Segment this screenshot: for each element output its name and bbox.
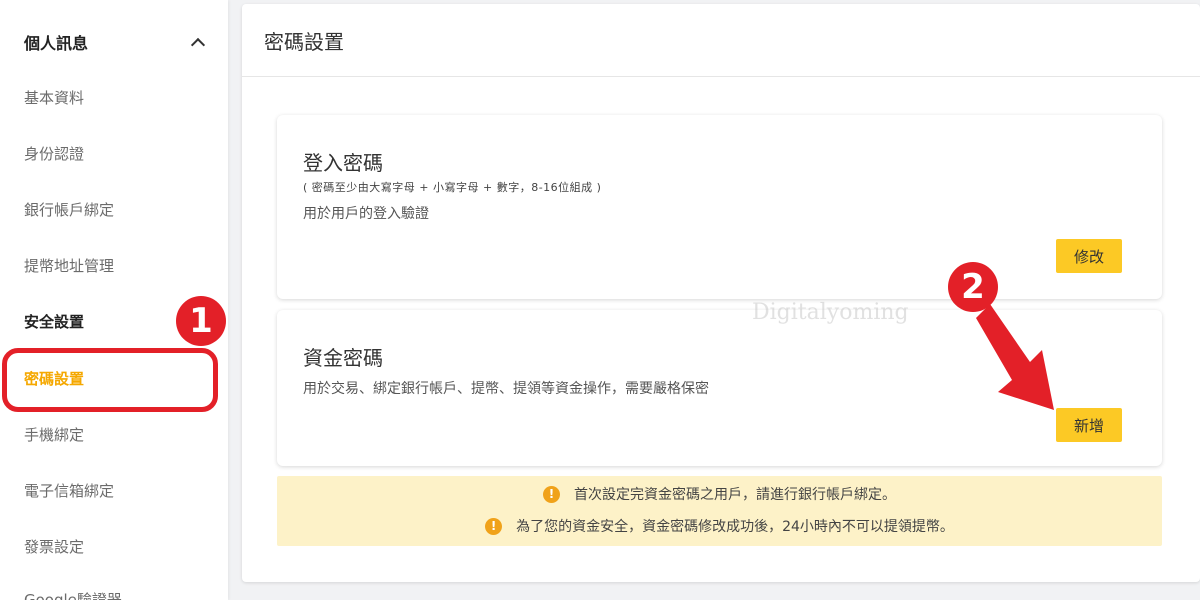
login-password-title: 登入密碼 [303, 151, 383, 175]
sidebar-item-phone-binding[interactable]: 手機綁定 [24, 423, 84, 447]
fund-password-desc: 用於交易、綁定銀行帳戶、提幣、提領等資金操作，需要嚴格保密 [303, 381, 709, 397]
sidebar-item-google-authenticator[interactable]: Google驗證器 [24, 588, 122, 600]
notice-text: 首次設定完資金密碼之用戶，請進行銀行帳戶綁定。 [574, 487, 896, 503]
main-panel: 密碼設置 登入密碼 ( 密碼至少由大寫字母 + 小寫字母 + 數字，8-16位組… [242, 4, 1200, 582]
fund-password-title: 資金密碼 [303, 346, 383, 370]
notice-text: 為了您的資金安全，資金密碼修改成功後，24小時內不可以提領提幣。 [516, 519, 954, 535]
sidebar-group-personal-info[interactable]: 個人訊息 [24, 30, 204, 54]
annotation-arrow-icon [976, 304, 1054, 410]
sidebar-item-basic-info[interactable]: 基本資料 [24, 86, 84, 110]
login-password-desc: 用於用戶的登入驗證 [303, 206, 429, 222]
sidebar-item-email-binding[interactable]: 電子信箱綁定 [24, 479, 114, 503]
notice-box: ! 首次設定完資金密碼之用戶，請進行銀行帳戶綁定。 ! 為了您的資金安全，資金密… [277, 476, 1162, 546]
add-fund-password-button[interactable]: 新增 [1056, 408, 1122, 442]
modify-login-password-button[interactable]: 修改 [1056, 239, 1122, 273]
login-password-rule: ( 密碼至少由大寫字母 + 小寫字母 + 數字，8-16位組成 ) [303, 181, 602, 194]
sidebar-item-withdraw-address[interactable]: 提幣地址管理 [24, 254, 114, 278]
main-header: 密碼設置 [242, 4, 1200, 77]
sidebar-section-security: 安全設置 [24, 313, 85, 331]
sidebar-group-label: 個人訊息 [24, 34, 89, 53]
warning-icon: ! [485, 517, 503, 535]
warning-icon: ! [543, 485, 560, 503]
chevron-up-icon[interactable] [190, 35, 204, 49]
sidebar-item-invoice-settings[interactable]: 發票設定 [24, 535, 84, 559]
sidebar-item-identity[interactable]: 身份認證 [24, 142, 84, 166]
annotation-highlight-box [2, 348, 218, 412]
sidebar-item-bank-account[interactable]: 銀行帳戶綁定 [24, 198, 114, 222]
notice-line: ! 為了您的資金安全，資金密碼修改成功後，24小時內不可以提領提幣。 [277, 516, 1162, 536]
notice-line: ! 首次設定完資金密碼之用戶，請進行銀行帳戶綁定。 [277, 484, 1162, 504]
page-title: 密碼設置 [264, 29, 344, 54]
annotation-step-badge-1: 1 [176, 296, 226, 346]
login-password-card: 登入密碼 ( 密碼至少由大寫字母 + 小寫字母 + 數字，8-16位組成 ) 用… [277, 115, 1162, 299]
